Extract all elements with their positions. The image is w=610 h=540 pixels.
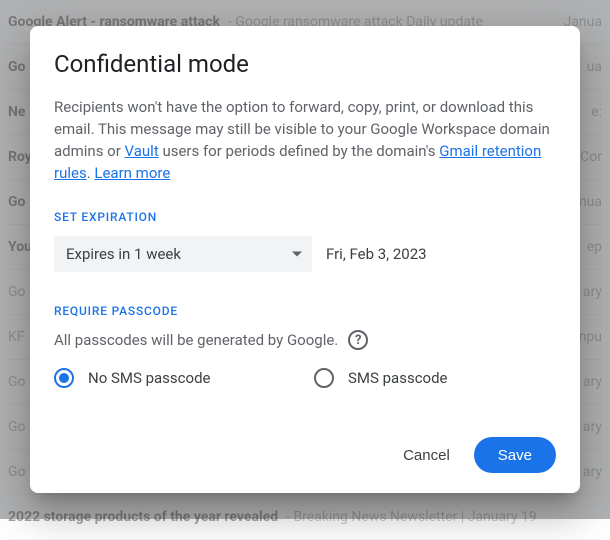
vault-link[interactable]: Vault <box>125 142 159 160</box>
radio-sms-passcode[interactable]: SMS passcode <box>314 368 514 388</box>
radio-icon <box>54 368 74 388</box>
passcode-note-row: All passcodes will be generated by Googl… <box>54 330 556 350</box>
require-passcode-label: REQUIRE PASSCODE <box>54 304 556 318</box>
learn-more-link[interactable]: Learn more <box>94 164 170 182</box>
confidential-mode-dialog: Confidential mode Recipients won't have … <box>30 26 580 493</box>
dialog-title: Confidential mode <box>54 50 556 78</box>
cancel-button[interactable]: Cancel <box>387 437 466 473</box>
expiration-dropdown[interactable]: Expires in 1 week <box>54 236 312 272</box>
dialog-description: Recipients won't have the option to forw… <box>54 96 556 184</box>
radio-label: No SMS passcode <box>88 369 211 387</box>
save-button[interactable]: Save <box>474 437 556 473</box>
help-icon[interactable]: ? <box>348 330 368 350</box>
expiration-row: Expires in 1 week Fri, Feb 3, 2023 <box>54 236 556 272</box>
radio-label: SMS passcode <box>348 369 448 387</box>
expiration-selected-value: Expires in 1 week <box>66 245 181 263</box>
set-expiration-label: SET EXPIRATION <box>54 210 556 224</box>
chevron-down-icon <box>292 252 302 257</box>
radio-icon <box>314 368 334 388</box>
passcode-radio-group: No SMS passcode SMS passcode <box>54 368 556 388</box>
radio-no-sms-passcode[interactable]: No SMS passcode <box>54 368 254 388</box>
expiration-date: Fri, Feb 3, 2023 <box>326 245 427 263</box>
dialog-actions: Cancel Save <box>54 437 556 473</box>
desc-text: users for periods defined by the domain'… <box>159 142 440 160</box>
passcode-note: All passcodes will be generated by Googl… <box>54 331 338 349</box>
